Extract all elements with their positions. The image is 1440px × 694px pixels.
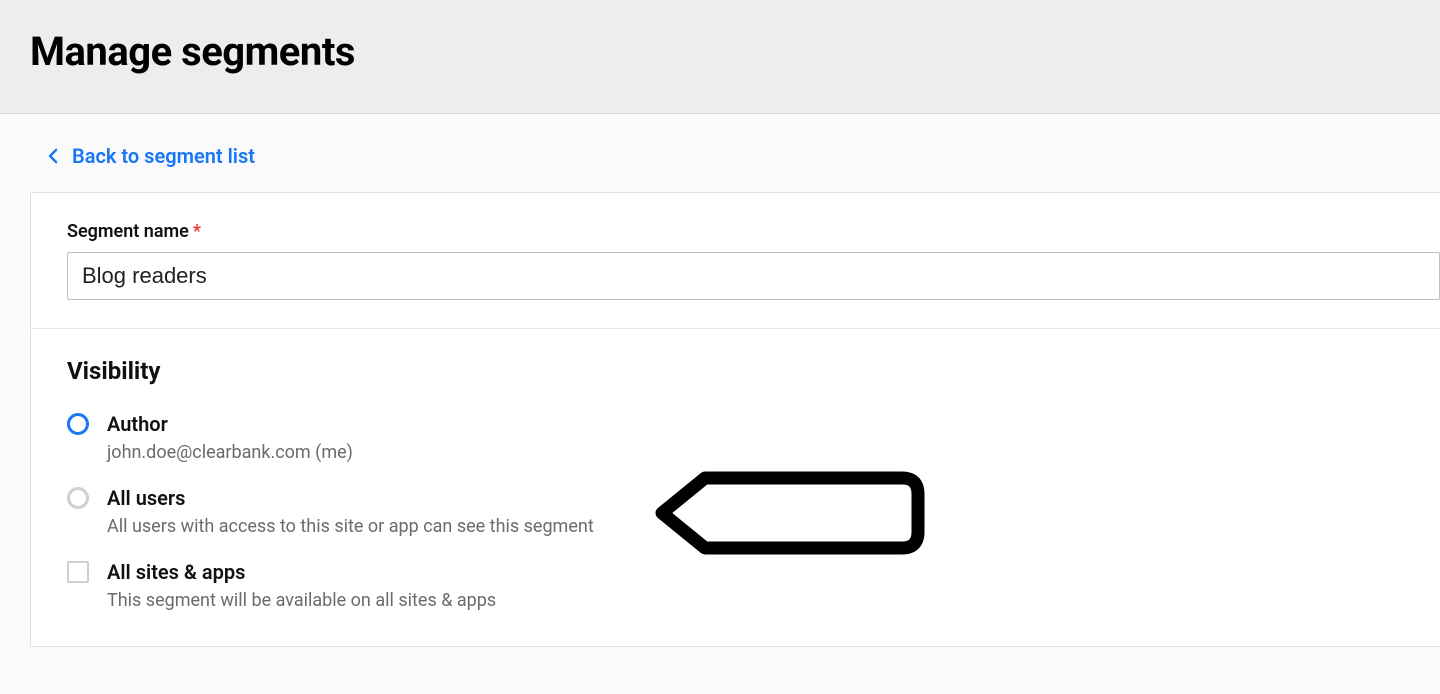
option-label: All users	[107, 485, 594, 512]
segment-form-panel: Segment name* Visibility Author john.doe…	[30, 192, 1440, 647]
radio-icon	[67, 413, 89, 435]
option-label: Author	[107, 411, 353, 438]
segment-name-label: Segment name*	[67, 221, 1440, 242]
radio-icon	[67, 487, 89, 509]
back-to-list-link[interactable]: Back to segment list	[0, 114, 255, 192]
option-label: All sites & apps	[107, 559, 496, 586]
visibility-option-all-sites[interactable]: All sites & apps This segment will be av…	[67, 559, 1440, 613]
back-link-label: Back to segment list	[72, 144, 255, 168]
checkbox-icon	[67, 561, 89, 583]
visibility-section: Visibility Author john.doe@clearbank.com…	[31, 329, 1440, 646]
visibility-heading: Visibility	[67, 357, 1440, 385]
visibility-option-all-users[interactable]: All users All users with access to this …	[67, 485, 1440, 539]
option-sublabel: This segment will be available on all si…	[107, 588, 496, 613]
segment-name-input[interactable]	[67, 252, 1440, 300]
visibility-option-author[interactable]: Author john.doe@clearbank.com (me)	[67, 411, 1440, 465]
page-title: Manage segments	[30, 28, 1410, 75]
required-mark: *	[193, 221, 201, 242]
option-sublabel: All users with access to this site or ap…	[107, 514, 594, 539]
option-sublabel: john.doe@clearbank.com (me)	[107, 440, 353, 465]
page-header: Manage segments	[0, 0, 1440, 114]
segment-name-section: Segment name*	[31, 193, 1440, 329]
chevron-left-icon	[48, 148, 58, 164]
